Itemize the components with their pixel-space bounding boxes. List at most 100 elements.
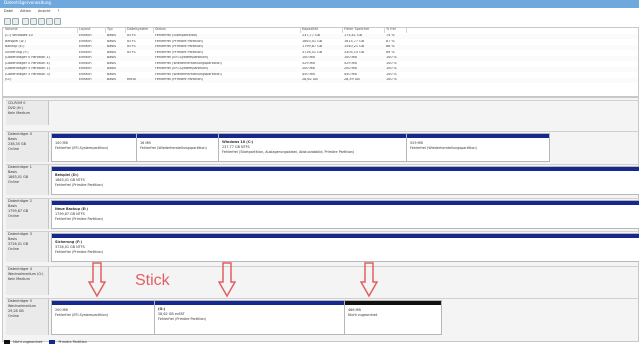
table-cell: 28,59 GB <box>344 78 360 81</box>
cdrom-row[interactable]: CD-ROM 0 DVD (H:) Kein Medium <box>6 100 639 125</box>
table-cell: Einfach <box>79 78 92 81</box>
partition-text: Neue Backup (E:) 1799,87 GB NTFS Fehlerfre… <box>55 207 103 223</box>
table-cell: 450 MB <box>344 72 357 76</box>
settings-icon[interactable] <box>46 18 53 25</box>
column-capacity[interactable]: Kapazität <box>302 27 343 33</box>
table-cell: 100 % <box>386 78 397 81</box>
disk-row[interactable]: Datenträger 2 Basis 1799,87 GB Online Neue B… <box>6 198 639 229</box>
view-icon[interactable] <box>54 18 61 25</box>
table-cell: 1540,21 GB <box>344 45 365 48</box>
table-row[interactable]: (G:) Einfach Basis exFAT Fehlerfrei (Primäre… <box>3 78 638 83</box>
table-cell: 74 % <box>386 34 395 37</box>
disk-row[interactable]: Datenträger 1 Basis 1863,01 GB Online Beispi… <box>6 164 639 195</box>
partition-block[interactable]: Sicherung (F:) 3726,01 GB NTFS Fehlerfrei … <box>51 233 639 262</box>
table-cell: 100 MB <box>344 56 357 59</box>
partition-text: Beispiel (D:) 1863,01 GB NTFS Fehlerfrei (… <box>55 173 104 189</box>
table-cell: 1799,87 GB <box>302 45 323 48</box>
table-cell: 1615,77 GB <box>344 39 365 43</box>
disk-map: CD-ROM 0 DVD (H:) Kein Medium Datenträger 0… <box>2 97 639 342</box>
legend: Nicht zugeordnet Primäre Partition <box>4 340 87 348</box>
disk-label[interactable]: Datenträger 1 Basis 1863,01 GB Online <box>6 165 49 195</box>
partition-block[interactable]: Beispiel (D:) 1863,01 GB NTFS Fehlerfrei (… <box>51 166 639 195</box>
disk-label[interactable]: Datenträger 3 Basis 3726,01 GB Online <box>6 232 49 262</box>
partition-bar <box>407 134 549 138</box>
table-row[interactable]: (Datenträger 5 Partition 1) Einfach Basis F… <box>3 67 638 72</box>
partition-status: Fehlerfrei (EFI-Systempartition) <box>55 312 109 317</box>
back-icon[interactable] <box>4 18 11 25</box>
table-row[interactable]: Backup (E:) Einfach Basis NTFS Fehlerfrei (P… <box>3 45 638 50</box>
partition-block[interactable]: 200 MB Fehlerfrei (EFI-Systempartition) <box>51 300 156 335</box>
disk-label[interactable]: Datenträger 2 Basis 1799,87 GB Online <box>6 199 49 229</box>
disk-row[interactable]: Datenträger 3 Basis 3726,01 GB Online Sicher… <box>6 231 639 262</box>
table-row[interactable]: (Datenträger 0 Partition 4) Einfach Basis F… <box>3 62 638 67</box>
partition-bar <box>137 134 219 138</box>
partition-block[interactable]: 100 MB Fehlerfrei (EFI-Systempartition) <box>51 133 138 162</box>
table-cell: Fehlerfrei (Wiederherstellungspartition) <box>155 72 222 76</box>
partition-block[interactable]: Neue Backup (E:) 1799,87 GB NTFS Fehlerfre… <box>51 200 639 229</box>
partition-status: Fehlerfrei (Primäre Partition) <box>55 182 104 187</box>
table-cell: Fehlerfrei (Primäre Partition) <box>155 39 204 43</box>
partition-bar <box>52 301 155 305</box>
table-cell: 450 MB <box>302 72 315 76</box>
table-cell: Basis <box>107 67 116 70</box>
partition-block[interactable]: (G:) 28,62 GB exFAT Fehlerfrei (Primäre Pa… <box>154 300 346 335</box>
help-icon[interactable] <box>30 18 37 25</box>
table-row[interactable]: Sicherung (F:) Einfach Basis NTFS Fehlerfrei… <box>3 51 638 56</box>
partition-text: (G:) 28,62 GB exFAT Fehlerfrei (Primäre Pa… <box>158 307 206 323</box>
table-cell: Fehlerfrei (Wiederherstellungspartition) <box>155 61 222 65</box>
table-row[interactable]: (C:) Windows 10 Einfach Basis NTFS Fehlerfre… <box>3 34 638 39</box>
column-free-space[interactable]: Freier Speicher <box>344 27 385 33</box>
table-cell: Basis <box>107 45 116 48</box>
partition-bar <box>219 134 407 138</box>
menu-action[interactable]: Aktion <box>20 9 31 13</box>
column-filesystem[interactable]: Dateisystem <box>127 27 154 33</box>
disk-label[interactable]: Datenträger 0 Basis 238,35 GB Online <box>6 132 49 162</box>
table-cell: Basis <box>107 50 116 54</box>
partition-block[interactable]: 16 MB Fehlerfrei (Wiederherstellungsparti… <box>136 133 220 162</box>
partition-block[interactable]: 466 MB Nicht zugeordnet <box>344 300 442 335</box>
column-volume[interactable]: Volume <box>5 27 78 33</box>
partition-bar <box>155 301 345 305</box>
disk-row[interactable]: Datenträger 5 Wechselmedium 29,28 GB Online… <box>6 298 639 335</box>
column-type[interactable]: Typ <box>107 27 126 33</box>
table-cell: Fehlerfrei (Primäre Partition) <box>155 78 204 81</box>
column-percent-free[interactable]: % frei <box>386 27 407 33</box>
column-layout[interactable]: Layout <box>79 27 106 33</box>
partition-bar <box>52 134 137 138</box>
table-cell: Fehlerfrei (Primäre Partition) <box>155 50 204 54</box>
table-cell: 175,41 GB <box>344 34 362 37</box>
partition-status: Fehlerfrei (Wiederherstellungspartition) <box>140 145 207 150</box>
partition-bar <box>52 167 639 171</box>
table-cell: 3726,01 GB <box>302 50 323 54</box>
arrow-down-icon <box>88 262 106 298</box>
partition-block[interactable]: 529 MB Fehlerfrei (Wiederherstellungspart… <box>406 133 550 162</box>
disk-status: Online <box>8 179 19 184</box>
properties-icon[interactable] <box>22 18 29 25</box>
menu-file[interactable]: Datei <box>4 9 13 13</box>
table-row[interactable]: Beispiel (D:) Einfach Basis NTFS Fehlerfrei … <box>3 40 638 45</box>
table-cell: Fehlerfrei (EFI-Systempartition) <box>155 56 209 59</box>
disk-row[interactable]: Datenträger 0 Basis 238,35 GB Online 100 MB F… <box>6 131 639 162</box>
table-cell: 200 MB <box>344 67 357 70</box>
partition-text: Windows 10 (C:) 237,77 GB NTFS Fehlerfrei … <box>222 140 354 156</box>
table-cell: NTFS <box>127 45 136 48</box>
forward-icon[interactable] <box>12 18 19 25</box>
legend-swatch-unallocated <box>4 340 10 344</box>
table-cell: Basis <box>107 61 116 65</box>
menu-view[interactable]: Ansicht <box>38 9 51 13</box>
menu-help[interactable]: ? <box>58 9 60 13</box>
table-row[interactable]: (Datenträger 5 Partition 3) Einfach Basis F… <box>3 73 638 78</box>
arrow-down-icon <box>360 262 378 298</box>
disk-label[interactable]: Datenträger 4 Wechselmedium (G:) Kein Medi… <box>6 267 49 295</box>
column-status[interactable]: Status <box>155 27 301 33</box>
refresh-icon[interactable] <box>38 18 45 25</box>
table-cell: 529 MB <box>302 61 315 65</box>
partition-block[interactable]: Windows 10 (C:) 237,77 GB NTFS Fehlerfrei … <box>218 133 408 162</box>
table-cell: Sicherung (F:) <box>5 50 29 54</box>
table-cell: Basis <box>107 78 116 81</box>
toolbar <box>0 16 639 25</box>
table-row[interactable]: (Datenträger 0 Partition 1) Einfach Basis F… <box>3 56 638 61</box>
partition-text: 16 MB Fehlerfrei (Wiederherstellungsparti… <box>140 141 207 152</box>
partition-bar <box>52 234 639 238</box>
disk-label[interactable]: Datenträger 5 Wechselmedium 29,28 GB Online <box>6 299 49 335</box>
